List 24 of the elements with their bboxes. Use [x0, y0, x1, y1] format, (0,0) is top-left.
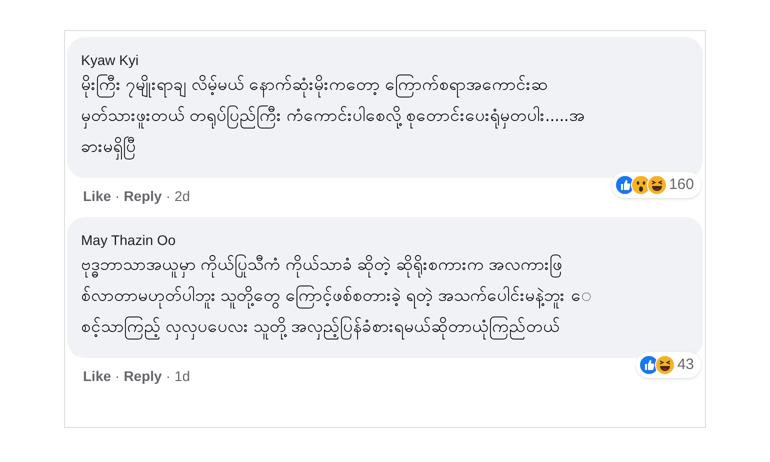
separator-dot: · [115, 187, 120, 206]
reaction-summary[interactable]: 160 [612, 172, 701, 198]
comment-action-link[interactable]: Like [83, 186, 112, 207]
comment-text-line: ဗုဒ္ဓဘာသာအယူမှာ ကိုယ်ပြုသီကံ ကိုယ်သာခံ ဆိုတဲ့ ဆိုရိုးစကားက အလကားဖြ [81, 249, 689, 280]
comment-author[interactable]: Kyaw Kyi [81, 51, 689, 69]
comment-action-link[interactable]: Like [83, 366, 112, 387]
comment-text-line: စ်လာတာမဟုတ်ပါဘူး သူတို့တွေ ကြောင့်ဖစ်စတားခဲ့ ရတဲ့ အသက်ပေါင်းမနဲ့ဘူး ေ [81, 280, 689, 311]
comment-action-link[interactable]: Reply [124, 366, 162, 387]
laughing-face-icon [655, 354, 676, 375]
laughing-face-icon [646, 174, 667, 195]
comment-author[interactable]: May Thazin Oo [81, 231, 689, 249]
separator-dot: · [166, 367, 170, 386]
comment-text-line: စင့်သာကြည့် လှလှပပေလး သူတို့ အလှည့်ပြန်ခံစားရမယ်ဆိုတာယုံကြည်တယ် [81, 311, 689, 342]
comment-action-link[interactable]: Reply [124, 186, 162, 207]
comment-text-line: မိုးကြီး ၇မျိုးရာချ လိမ့်မယ် နောက်ဆုံးမိုးကတော့ ကြောက်စရာအကောင်းဆ [81, 69, 689, 100]
separator-dot: · [115, 367, 120, 386]
reaction-count: 43 [677, 354, 695, 374]
comment-time: 1d [174, 367, 190, 386]
separator-dot: · [166, 187, 170, 206]
reaction-summary[interactable]: 43 [636, 352, 701, 378]
comment-text-line: ခားမရှိပြီ [81, 131, 689, 162]
comment-text-line: မှတ်သားဖူးတယ် တရုပ်ပြည်ကြီး ကံကောင်းပါစေလို့ စုတောင်းပေးရုံမှတပါး.....အ [81, 100, 689, 131]
reaction-count: 160 [668, 174, 695, 194]
comment-time: 2d [174, 187, 190, 206]
